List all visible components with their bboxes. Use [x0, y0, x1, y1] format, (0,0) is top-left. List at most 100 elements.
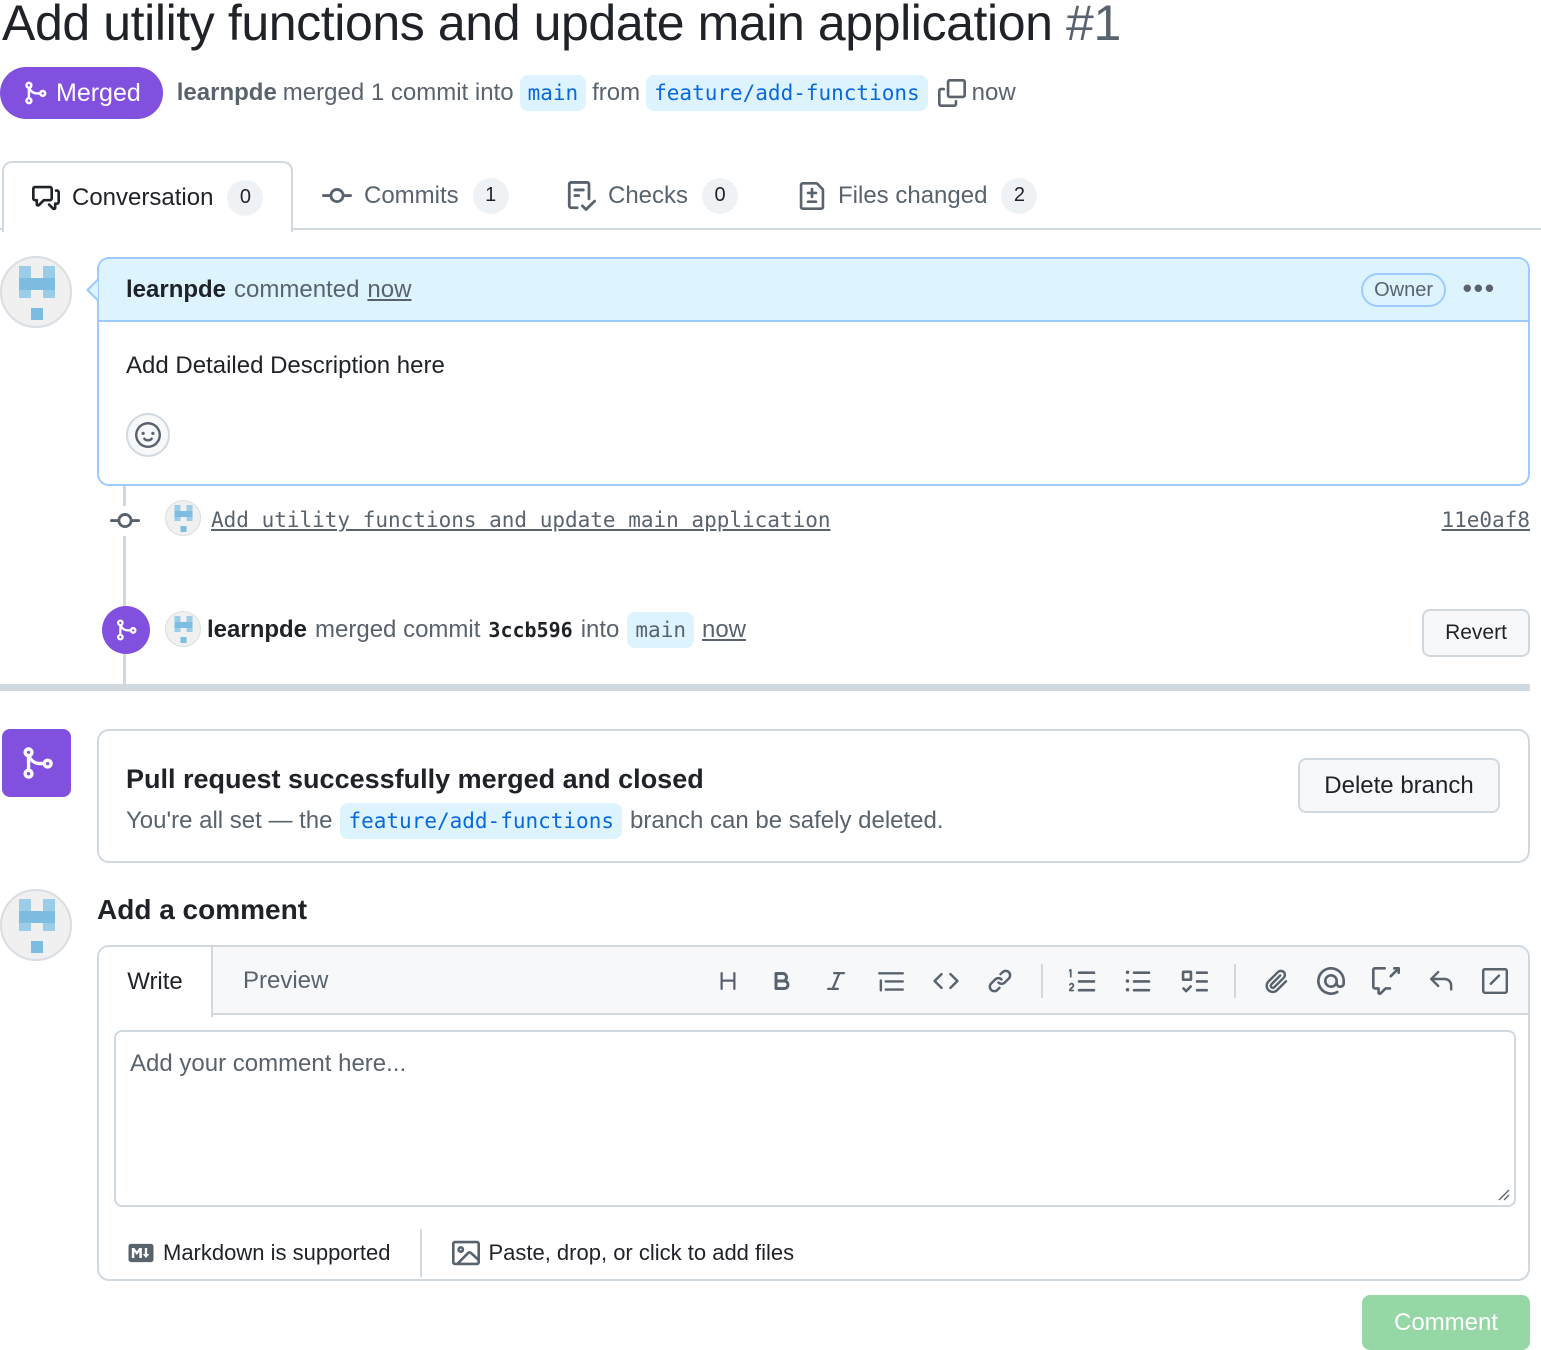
from-text: from: [592, 79, 641, 106]
code-icon[interactable]: [929, 964, 963, 998]
tab-preview[interactable]: Preview: [243, 947, 328, 1015]
git-commit-icon: [322, 187, 352, 203]
avatar[interactable]: [0, 256, 72, 328]
merge-status-subtitle: You're all set — the feature/add-functio…: [126, 803, 944, 839]
tab-counter: 0: [702, 177, 739, 214]
owner-badge: Owner: [1361, 273, 1446, 307]
git-merge-icon: [25, 81, 47, 105]
merged-text: merged 1 commit into: [282, 79, 514, 106]
reference-icon[interactable]: [1369, 964, 1403, 998]
comment-placeholder: Add your comment here...: [130, 1050, 407, 1077]
tab-conversation[interactable]: Conversation 0: [2, 161, 294, 232]
pr-meta: learnpde merged 1 commit into main from …: [177, 75, 1022, 111]
quote-icon[interactable]: [874, 964, 908, 998]
attach-icon[interactable]: [1259, 964, 1293, 998]
identicon-icon: [19, 266, 55, 320]
copy-branch-button[interactable]: [937, 79, 966, 107]
markdown-icon: [128, 1243, 154, 1263]
base-branch-tag[interactable]: main: [519, 75, 587, 111]
commit-message-link[interactable]: Add utility functions and update main ap…: [211, 500, 831, 540]
timeline-merge-event: learnpde merged commit 3ccb596 into main…: [102, 606, 1530, 657]
merged-state-label: Merged: [56, 78, 141, 107]
checklist-icon: [567, 180, 596, 211]
revert-button[interactable]: Revert: [1422, 609, 1530, 657]
editor-tabbar: Write Preview: [99, 947, 1528, 1017]
copy-icon: [937, 79, 966, 107]
add-comment-heading: Add a comment: [97, 894, 308, 925]
merge-sha-link[interactable]: 3ccb596: [488, 618, 572, 642]
delete-branch-button[interactable]: Delete branch: [1298, 758, 1500, 813]
tab-label: Files changed: [838, 181, 988, 209]
slash-command-icon[interactable]: [1478, 964, 1512, 998]
comment-header: learnpde commented now Owner •••: [99, 259, 1528, 322]
tab-label: Checks: [608, 181, 689, 209]
ordered-list-icon[interactable]: [1066, 964, 1100, 998]
comment-time-link[interactable]: now: [367, 276, 411, 304]
timeline-commit: Add utility functions and update main ap…: [108, 500, 1530, 540]
merge-branch-tag[interactable]: main: [627, 612, 694, 648]
bold-icon[interactable]: [765, 964, 799, 998]
pr-tabs: Conversation 0 Commits 1 Checks 0 Files …: [0, 161, 1541, 232]
status-sub-before: You're all set — the: [126, 807, 333, 834]
identicon-icon: [174, 505, 193, 532]
link-icon[interactable]: [983, 964, 1017, 998]
tab-counter: 0: [227, 179, 264, 216]
markdown-note[interactable]: Markdown is supported: [127, 1240, 390, 1266]
pr-title: Add utility functions and update main ap…: [2, 0, 1053, 51]
head-branch-tag[interactable]: feature/add-functions: [646, 75, 928, 111]
pr-state-row: Merged learnpde merged 1 commit into mai…: [0, 66, 1022, 120]
status-branch-tag[interactable]: feature/add-functions: [340, 803, 622, 839]
comment-action: commented: [234, 275, 360, 303]
heading-icon[interactable]: [711, 964, 745, 998]
comment-editor: Write Preview Add your comment here... M…: [97, 945, 1530, 1281]
timeline-divider: [0, 684, 1530, 691]
tab-label: Conversation: [72, 183, 214, 211]
tab-label: Commits: [364, 181, 459, 209]
avatar[interactable]: [165, 500, 201, 536]
footer-separator: [420, 1229, 423, 1277]
add-reaction-button[interactable]: [126, 413, 170, 457]
resize-handle-icon[interactable]: [1496, 1187, 1510, 1201]
merge-time-link[interactable]: now: [702, 616, 746, 644]
undo-icon[interactable]: [1424, 964, 1458, 998]
commit-sha-link[interactable]: 11e0af8: [1441, 500, 1530, 540]
unordered-list-icon[interactable]: [1121, 964, 1155, 998]
merge-status-box: Pull request successfully merged and clo…: [97, 729, 1530, 863]
tab-write[interactable]: Write: [99, 947, 213, 1017]
identicon-icon: [19, 899, 55, 953]
comment-submit-button[interactable]: Comment: [1362, 1295, 1530, 1350]
avatar[interactable]: [0, 889, 72, 961]
toolbar-separator: [1234, 964, 1236, 998]
tab-counter: 1: [472, 177, 509, 214]
tab-files-changed[interactable]: Files changed 2: [798, 161, 1038, 230]
page-title: Add utility functions and update main ap…: [2, 0, 1121, 52]
pr-number: #1: [1066, 0, 1121, 51]
tab-commits[interactable]: Commits 1: [322, 161, 509, 230]
mention-icon[interactable]: [1314, 964, 1348, 998]
tab-checks[interactable]: Checks 0: [566, 161, 739, 230]
markdown-note-label: Markdown is supported: [163, 1240, 391, 1265]
pr-time: now: [971, 79, 1016, 106]
kebab-menu-icon[interactable]: •••: [1463, 273, 1496, 304]
italic-icon[interactable]: [819, 964, 853, 998]
merge-author-link[interactable]: learnpde: [207, 616, 307, 644]
merge-event-text: learnpde merged commit 3ccb596 into main…: [207, 612, 746, 648]
git-merge-icon: [117, 619, 137, 641]
comment-textarea[interactable]: Add your comment here...: [114, 1030, 1516, 1207]
git-merge-icon: [23, 747, 53, 779]
task-list-icon[interactable]: [1177, 964, 1211, 998]
comment-body: Add Detailed Description here: [126, 352, 445, 379]
add-files-note[interactable]: Paste, drop, or click to add files: [452, 1239, 794, 1267]
toolbar-separator: [1041, 964, 1043, 998]
merged-state-badge: Merged: [0, 67, 163, 119]
identicon-icon: [174, 616, 193, 643]
add-files-label: Paste, drop, or click to add files: [488, 1240, 795, 1265]
merged-status-icon: [2, 729, 71, 797]
comment-author[interactable]: learnpde: [126, 276, 226, 304]
avatar[interactable]: [165, 611, 201, 647]
pr-author-link[interactable]: learnpde: [177, 79, 277, 107]
editor-footer: Markdown is supported Paste, drop, or cl…: [127, 1229, 794, 1277]
merge-text-1: merged commit: [315, 616, 481, 643]
merge-text-2: into: [580, 616, 620, 643]
git-commit-icon: [110, 506, 140, 536]
